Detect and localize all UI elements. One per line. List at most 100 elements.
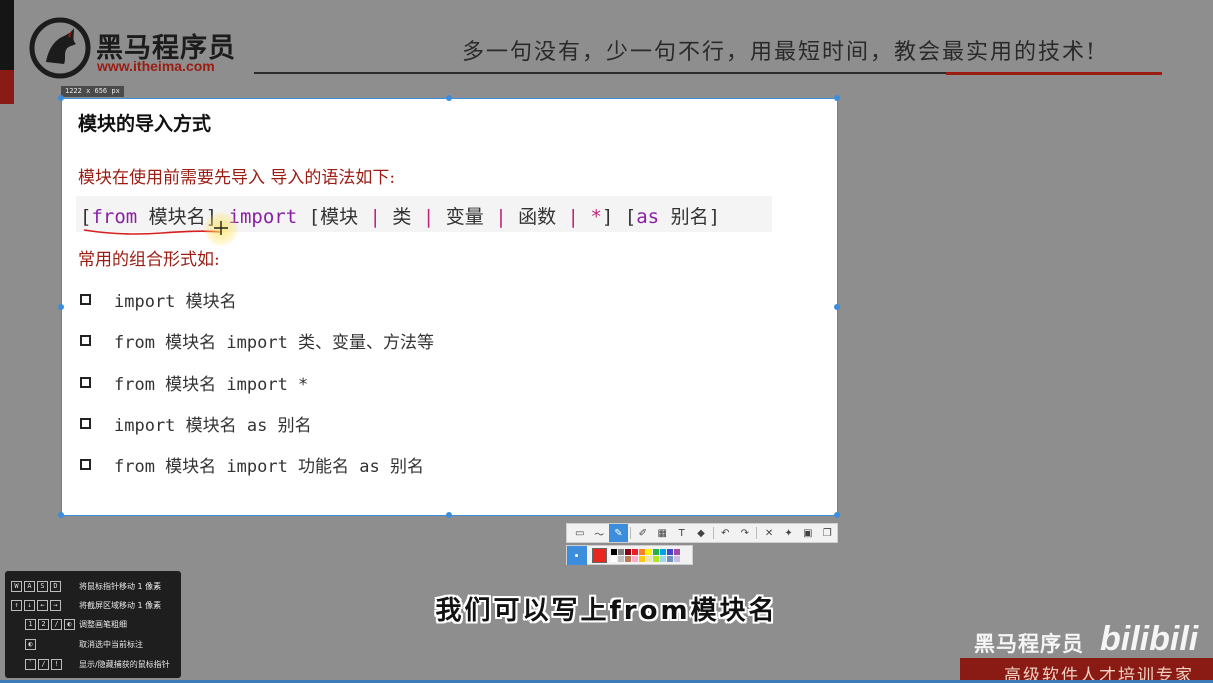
color-swatch[interactable] xyxy=(653,549,659,555)
color-swatch[interactable] xyxy=(667,556,673,562)
color-swatch[interactable] xyxy=(674,549,680,555)
video-subtitle: 我们可以写上from模块名 xyxy=(435,596,778,626)
marker-icon[interactable]: ✐ xyxy=(633,524,652,542)
color-swatch[interactable] xyxy=(639,556,645,562)
color-swatch[interactable] xyxy=(618,556,624,562)
syntax-separator: | xyxy=(369,206,381,228)
mosaic-icon[interactable]: ▦ xyxy=(653,524,672,542)
line-icon[interactable]: 〜 xyxy=(589,524,608,542)
syntax-bracket: [ xyxy=(80,206,92,228)
bilibili-logo: bilibili xyxy=(1100,620,1199,658)
pen-annotation-stroke xyxy=(83,229,221,235)
shortcut-row: ◐ xyxy=(25,637,38,651)
shortcut-key: ◐ xyxy=(25,638,36,650)
syntax-bracket: ] [ xyxy=(601,206,637,228)
resize-handle-bottom-right[interactable] xyxy=(834,512,840,518)
syntax-class: 类 xyxy=(380,206,423,228)
combos-title: 常用的组合形式如: xyxy=(78,250,220,270)
resize-handle-left[interactable] xyxy=(58,304,64,310)
list-item: import 模块名 xyxy=(80,287,237,312)
shortcut-description: 显示/隐藏捕获的鼠标指针 xyxy=(79,660,170,669)
capture-size-label: 1222 x 656 px xyxy=(61,86,124,97)
toolbar-divider xyxy=(630,527,632,539)
color-swatch[interactable] xyxy=(618,549,624,555)
cancel-icon[interactable]: ✕ xyxy=(759,524,778,542)
capture-region[interactable]: 模块的导入方式 模块在使用前需要先导入 导入的语法如下: [from 模块名] … xyxy=(58,95,840,518)
color-swatch[interactable] xyxy=(660,556,666,562)
pin-icon[interactable]: ✦ xyxy=(779,524,798,542)
color-swatch[interactable] xyxy=(625,556,631,562)
color-swatch[interactable] xyxy=(611,556,617,562)
list-item-text: import 模块名 as 别名 xyxy=(114,415,312,436)
list-item: from 模块名 import * xyxy=(80,370,308,395)
current-color-swatch[interactable] xyxy=(592,548,607,563)
resize-handle-top[interactable] xyxy=(446,95,452,101)
bullet-box-icon xyxy=(80,293,91,305)
syntax-space xyxy=(579,206,590,228)
pen-size-button[interactable] xyxy=(567,546,587,565)
horse-logo-icon xyxy=(29,17,91,79)
syntax-alias: 别名] xyxy=(659,206,721,228)
color-swatch[interactable] xyxy=(646,549,652,555)
list-item-text: from 模块名 import 类、变量、方法等 xyxy=(114,332,435,353)
list-item-text: import 模块名 xyxy=(114,291,237,312)
shortcut-row: ` /! xyxy=(25,657,64,671)
resize-handle-bottom[interactable] xyxy=(446,512,452,518)
color-swatch[interactable] xyxy=(653,556,659,562)
syntax-function: 函数 xyxy=(506,206,568,228)
slide-intro: 模块在使用前需要先导入 导入的语法如下: xyxy=(78,168,396,188)
resize-handle-bottom-left[interactable] xyxy=(58,512,64,518)
toolbar-divider xyxy=(756,527,758,539)
color-swatch[interactable] xyxy=(660,549,666,555)
resize-handle-top-right[interactable] xyxy=(834,95,840,101)
syntax-wildcard: * xyxy=(590,206,602,228)
annotation-toolbar: ▭ 〜 ✎ ✐ ▦ T ◆ ↶ ↷ ✕ ✦ ▣ ❐ xyxy=(566,523,838,543)
color-swatch[interactable] xyxy=(674,556,680,562)
list-item: from 模块名 import 类、变量、方法等 xyxy=(80,328,435,353)
color-swatch[interactable] xyxy=(632,549,638,555)
bullet-box-icon xyxy=(80,334,91,346)
color-swatch[interactable] xyxy=(639,549,645,555)
color-swatch[interactable] xyxy=(625,549,631,555)
syntax-separator: | xyxy=(422,206,435,228)
syntax-module: [模块 xyxy=(297,206,370,228)
keyword-as: as xyxy=(636,206,660,228)
slide-title: 模块的导入方式 xyxy=(78,113,212,135)
header-divider-accent xyxy=(946,72,1162,75)
redo-icon[interactable]: ↷ xyxy=(735,524,754,542)
left-edge-red-bar xyxy=(0,70,14,104)
resize-handle-right[interactable] xyxy=(834,304,840,310)
eraser-icon[interactable]: ◆ xyxy=(691,524,710,542)
undo-icon[interactable]: ↶ xyxy=(716,524,735,542)
shortcut-key: ` xyxy=(25,658,36,670)
text-icon[interactable]: T xyxy=(672,524,691,542)
logo-url: www.itheima.com xyxy=(97,58,215,74)
shortcut-description: 取消选中当前标注 xyxy=(79,640,143,649)
crosshair-cursor-icon xyxy=(214,221,228,235)
color-swatch[interactable] xyxy=(632,556,638,562)
keyword-import: import xyxy=(228,206,298,228)
save-icon[interactable]: ▣ xyxy=(798,524,817,542)
toolbar-divider xyxy=(712,527,714,539)
syntax-separator: | xyxy=(495,206,507,228)
bullet-box-icon xyxy=(80,376,91,388)
resize-handle-top-left[interactable] xyxy=(58,95,64,101)
pen-icon[interactable]: ✎ xyxy=(608,524,629,542)
import-syntax: [from 模块名] import [模块 | 类 | 变量 | 函数 | *]… xyxy=(80,202,720,229)
color-swatch[interactable] xyxy=(646,556,652,562)
list-item-text: from 模块名 import 功能名 as 别名 xyxy=(114,456,424,477)
syntax-variable: 变量 xyxy=(434,206,496,228)
copy-icon[interactable]: ❐ xyxy=(818,524,837,542)
pen-size-dot xyxy=(575,554,578,557)
syntax-separator: | xyxy=(567,206,579,228)
list-item: from 模块名 import 功能名 as 别名 xyxy=(80,452,424,477)
color-swatch[interactable] xyxy=(667,549,673,555)
shortcut-key: ! xyxy=(51,658,62,670)
color-swatch[interactable] xyxy=(611,549,617,555)
color-palette xyxy=(566,545,693,565)
bullet-box-icon xyxy=(80,417,91,429)
shortcut-key: / xyxy=(38,658,49,670)
watermark-brand: 黑马程序员 xyxy=(974,632,1084,656)
rectangle-icon[interactable]: ▭ xyxy=(570,524,589,542)
keyword-from: from xyxy=(91,206,138,228)
